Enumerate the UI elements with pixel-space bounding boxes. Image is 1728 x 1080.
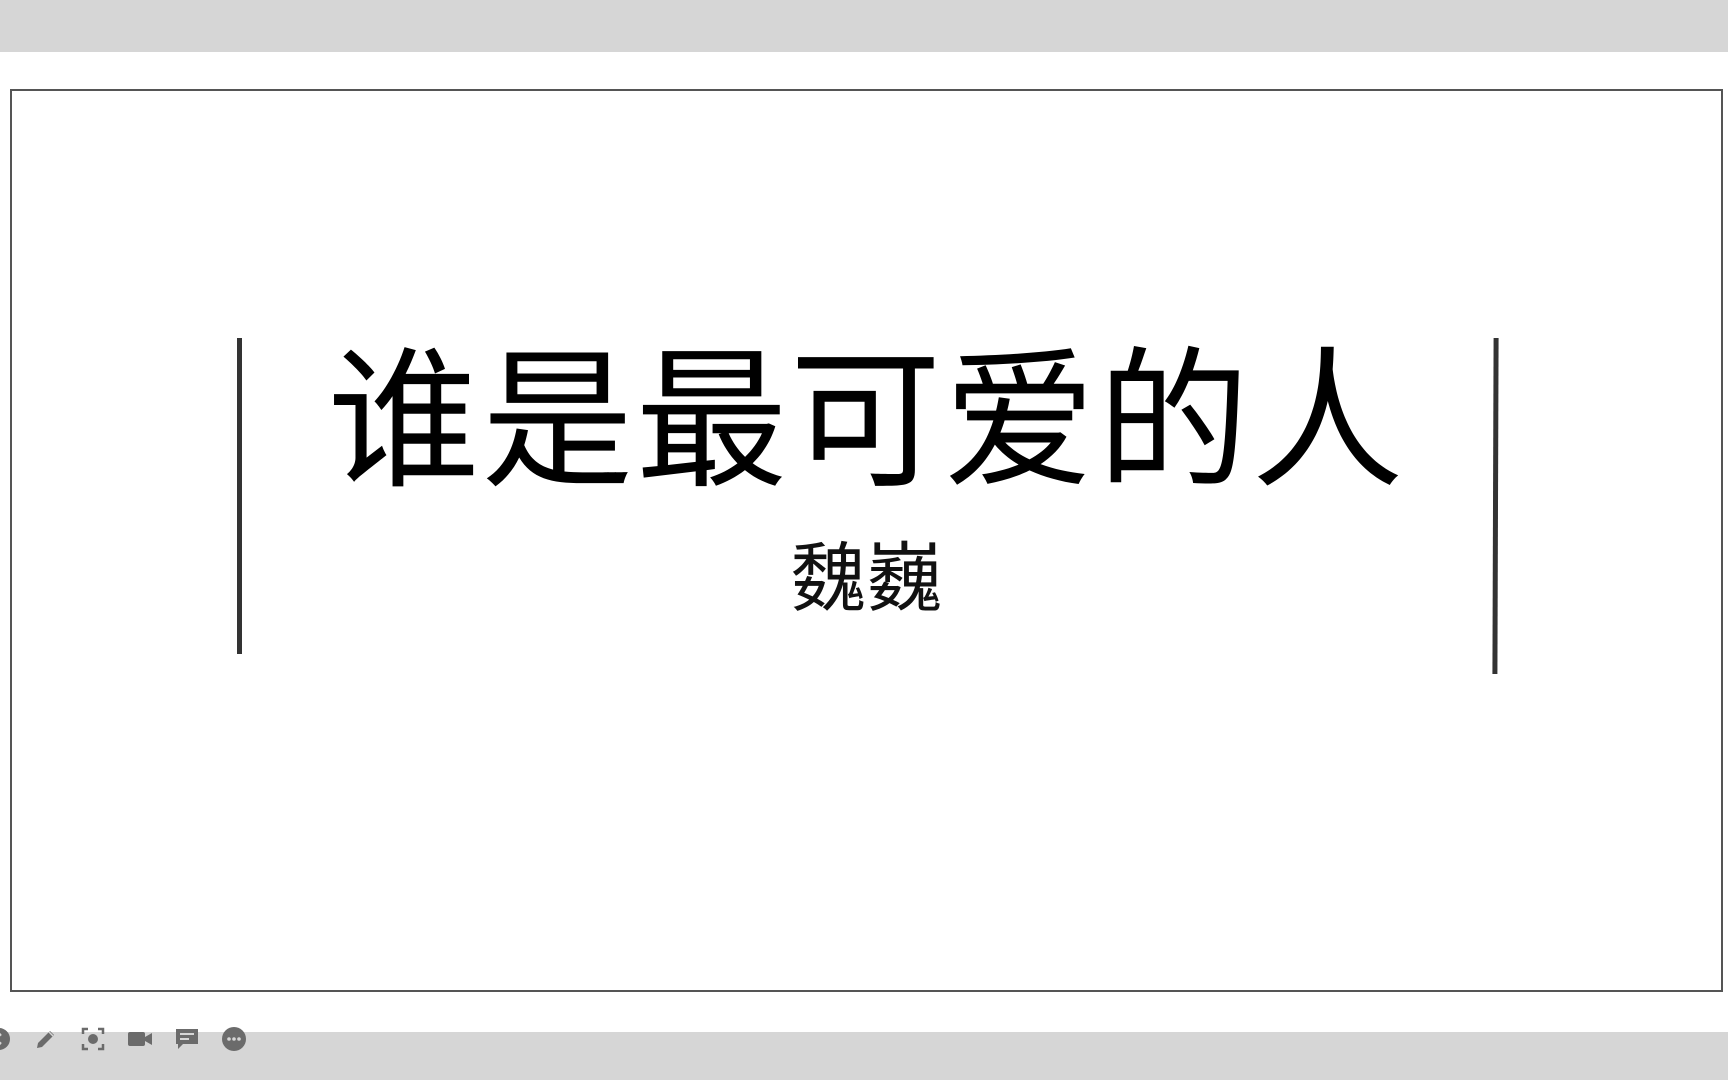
slide-author: 魏巍 [790,534,943,623]
pen-icon[interactable] [33,1026,59,1052]
focus-icon[interactable] [80,1026,106,1052]
presentation-slide: 谁是最可爱的人 魏巍 [10,89,1723,992]
top-bar [0,0,1728,52]
slide-title: 谁是最可爱的人 [327,333,1406,510]
right-divider-line [1492,337,1499,675]
video-icon[interactable] [127,1026,153,1052]
comment-icon[interactable] [174,1026,200,1052]
previous-icon[interactable] [0,1026,12,1052]
presentation-toolbar [0,1025,247,1053]
more-icon[interactable] [221,1026,247,1052]
bottom-bar [0,1032,1728,1080]
